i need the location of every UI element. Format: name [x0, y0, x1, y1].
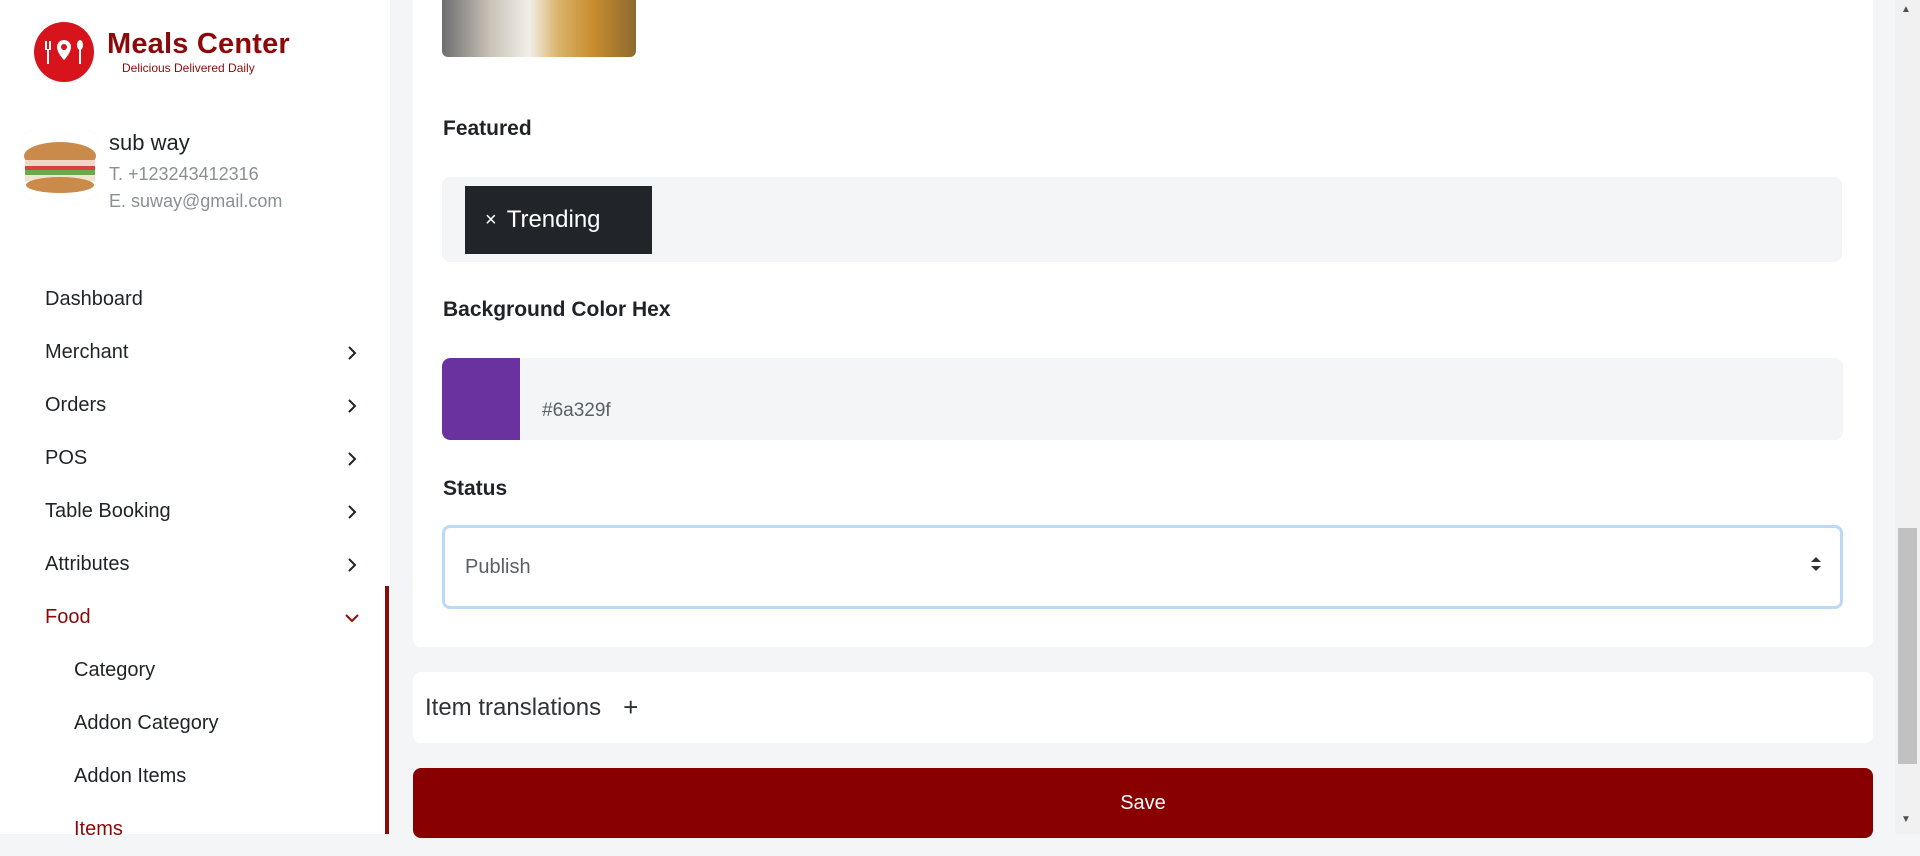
sidebar-subitem-addon-items[interactable]: Addon Items [0, 750, 390, 803]
bg-color-field[interactable]: #6a329f [442, 358, 1843, 440]
sidebar-item-table-booking[interactable]: Table Booking [0, 485, 390, 538]
merchant-profile: sub way T. +123243412316 E. suway@gmail.… [22, 130, 282, 212]
profile-email: E. suway@gmail.com [109, 191, 283, 211]
sidebar-item-label: Dashboard [45, 288, 143, 310]
profile-phone: T. +123243412316 [109, 164, 259, 184]
status-select[interactable]: Publish [442, 525, 1843, 609]
item-translations-panel[interactable]: Item translations + [413, 672, 1873, 743]
chevron-right-icon [342, 449, 362, 469]
sidebar-subitem-label: Items [74, 818, 123, 840]
sidebar-subitem-items[interactable]: Items [0, 803, 390, 856]
sidebar-nav: Dashboard Merchant Orders POS Table Book… [0, 273, 390, 856]
sidebar-item-label: Merchant [45, 341, 129, 363]
sidebar-item-orders[interactable]: Orders [0, 379, 390, 432]
sidebar-item-merchant[interactable]: Merchant [0, 326, 390, 379]
item-translations-label: Item translations [425, 693, 602, 721]
sidebar-active-indicator [385, 586, 389, 834]
sidebar-subitem-label: Addon Items [74, 765, 187, 787]
sidebar-item-dashboard[interactable]: Dashboard [0, 273, 390, 326]
tag-remove-icon[interactable]: × [485, 209, 497, 232]
featured-multiselect[interactable] [442, 177, 1842, 262]
avatar [22, 130, 98, 200]
chevron-right-icon [342, 502, 362, 522]
profile-name: sub way [109, 130, 190, 155]
sidebar-subitem-category[interactable]: Category [0, 644, 390, 697]
scrollbar-thumb[interactable] [1898, 528, 1917, 764]
scroll-up-arrow-icon[interactable]: ▲ [1901, 4, 1911, 15]
bg-color-label: Background Color Hex [443, 298, 671, 321]
plus-icon[interactable]: + [623, 692, 638, 723]
featured-label: Featured [443, 117, 532, 140]
sidebar-item-pos[interactable]: POS [0, 432, 390, 485]
brand-title: Meals Center [107, 28, 290, 60]
brand-tagline: Delicious Delivered Daily [122, 61, 255, 75]
sidebar-item-food[interactable]: Food [0, 591, 390, 644]
sidebar-item-attributes[interactable]: Attributes [0, 538, 390, 591]
sidebar-item-label: Attributes [45, 553, 130, 575]
status-label: Status [443, 477, 508, 500]
sidebar-item-label: Table Booking [45, 500, 171, 522]
status-selected-value: Publish [465, 555, 531, 578]
sidebar: Meals Center Delicious Delivered Daily s… [0, 0, 390, 840]
chevron-right-icon [342, 555, 362, 575]
sidebar-item-label: Orders [45, 394, 107, 416]
item-image-thumbnail[interactable] [442, 0, 636, 57]
chevron-right-icon [342, 343, 362, 363]
bg-color-value[interactable]: #6a329f [542, 400, 611, 422]
sidebar-item-label: Food [45, 606, 91, 628]
sort-arrows-icon [1810, 555, 1822, 579]
sidebar-subitem-label: Addon Category [74, 712, 219, 734]
featured-tag-label: Trending [506, 206, 601, 233]
brand-logo[interactable]: Meals Center Delicious Delivered Daily [34, 22, 290, 82]
chevron-right-icon [342, 396, 362, 416]
chevron-down-icon [342, 608, 362, 628]
scroll-down-arrow-icon[interactable]: ▼ [1901, 814, 1911, 825]
sidebar-item-label: POS [45, 447, 88, 469]
sidebar-subitem-label: Category [74, 659, 156, 681]
sidebar-subitem-addon-category[interactable]: Addon Category [0, 697, 390, 750]
logo-mark-icon [34, 22, 94, 82]
save-button[interactable]: Save [413, 768, 1873, 838]
color-swatch[interactable] [442, 358, 520, 440]
featured-tag[interactable]: × Trending [465, 186, 652, 254]
